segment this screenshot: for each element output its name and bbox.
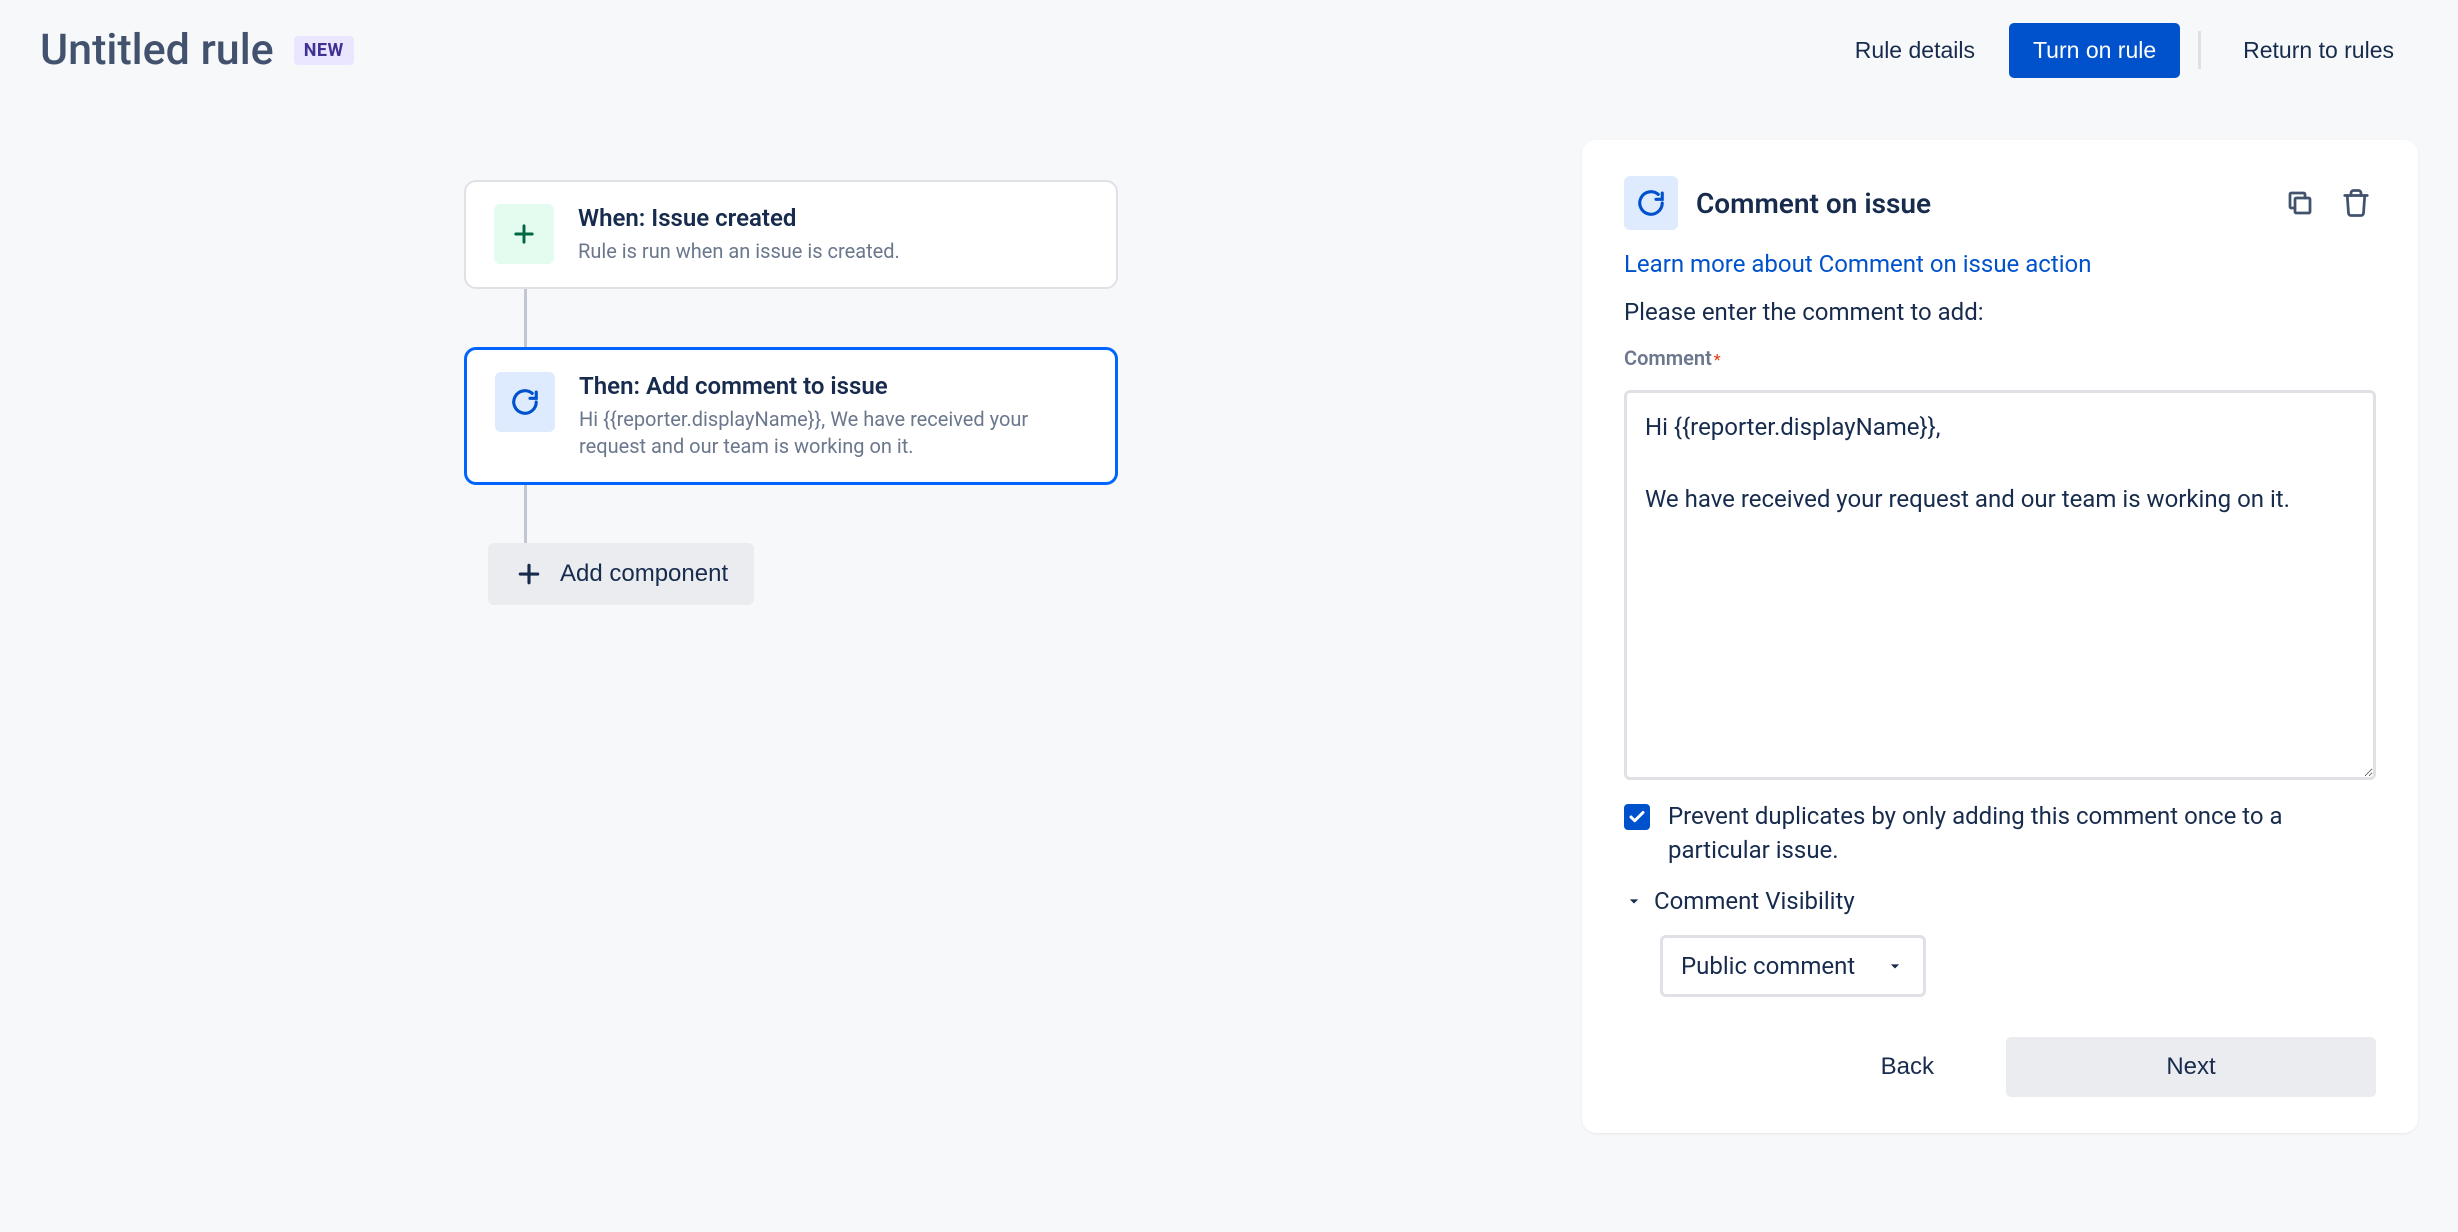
refresh-icon xyxy=(495,372,555,432)
config-panel: Comment on issue Learn more about Commen… xyxy=(1582,140,2418,1133)
trigger-title: When: Issue created xyxy=(578,204,1088,232)
rule-title: Untitled rule xyxy=(40,25,274,75)
next-button[interactable]: Next xyxy=(2006,1037,2376,1097)
refresh-icon xyxy=(1624,176,1678,230)
delete-button[interactable] xyxy=(2336,183,2376,223)
action-desc: Hi {{reporter.displayName}}, We have rec… xyxy=(579,406,1087,460)
comment-textarea[interactable] xyxy=(1624,390,2376,780)
return-to-rules-button[interactable]: Return to rules xyxy=(2219,23,2418,78)
trigger-desc: Rule is run when an issue is created. xyxy=(578,238,1088,265)
panel-title: Comment on issue xyxy=(1696,187,2262,220)
comment-visibility-toggle[interactable]: Comment Visibility xyxy=(1624,887,2376,915)
divider xyxy=(2198,31,2201,69)
copy-icon xyxy=(2285,188,2315,218)
action-title: Then: Add comment to issue xyxy=(579,372,1087,400)
prevent-duplicates-checkbox[interactable] xyxy=(1624,804,1650,830)
duplicate-button[interactable] xyxy=(2280,183,2320,223)
main-content: When: Issue created Rule is run when an … xyxy=(0,100,2458,1173)
chevron-down-icon xyxy=(1624,891,1644,911)
connector-line xyxy=(524,485,527,543)
action-node[interactable]: Then: Add comment to issue Hi {{reporter… xyxy=(464,347,1118,485)
visibility-select[interactable]: Public comment xyxy=(1660,935,1926,997)
add-component-button[interactable]: Add component xyxy=(488,543,754,605)
add-component-label: Add component xyxy=(560,560,728,588)
rule-details-button[interactable]: Rule details xyxy=(1831,23,1999,78)
header-left: Untitled rule NEW xyxy=(40,25,354,75)
learn-more-link[interactable]: Learn more about Comment on issue action xyxy=(1624,250,2376,278)
trash-icon xyxy=(2341,188,2371,218)
panel-instruction: Please enter the comment to add: xyxy=(1624,298,2376,326)
plus-icon xyxy=(494,204,554,264)
plus-icon xyxy=(514,559,544,589)
prevent-duplicates-row: Prevent duplicates by only adding this c… xyxy=(1624,800,2376,867)
chevron-down-icon xyxy=(1885,956,1905,976)
back-button[interactable]: Back xyxy=(1829,1037,1986,1097)
required-asterisk: * xyxy=(1714,350,1721,369)
panel-footer: Back Next xyxy=(1624,1037,2376,1097)
prevent-duplicates-label: Prevent duplicates by only adding this c… xyxy=(1668,800,2376,867)
visibility-value: Public comment xyxy=(1681,952,1855,980)
flow-column: When: Issue created Rule is run when an … xyxy=(40,140,1542,1133)
header-actions: Rule details Turn on rule Return to rule… xyxy=(1831,23,2418,78)
new-badge: NEW xyxy=(294,36,354,65)
check-icon xyxy=(1628,808,1646,826)
turn-on-rule-button[interactable]: Turn on rule xyxy=(2009,23,2180,78)
comment-field-label: Comment xyxy=(1624,346,1712,370)
panel-header: Comment on issue xyxy=(1624,176,2376,230)
visibility-label: Comment Visibility xyxy=(1654,887,1855,915)
page-header: Untitled rule NEW Rule details Turn on r… xyxy=(0,0,2458,100)
connector-line xyxy=(524,289,527,347)
trigger-node[interactable]: When: Issue created Rule is run when an … xyxy=(464,180,1118,289)
